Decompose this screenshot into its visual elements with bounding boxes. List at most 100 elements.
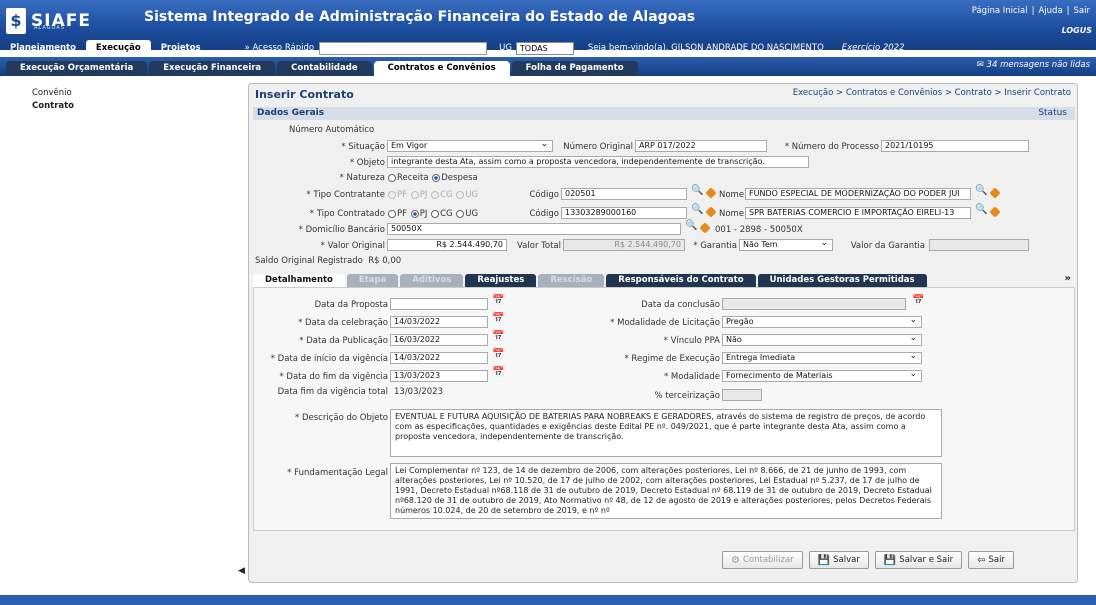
calendar-icon[interactable]: 📅 [492, 295, 504, 306]
tab-folha-pagamento[interactable]: Folha de Pagamento [511, 61, 638, 76]
search-icon[interactable]: 🔍 [685, 220, 697, 231]
menu-projetos[interactable]: Projetos [151, 40, 211, 56]
nome-contratado-input[interactable]: SPR BATERIAS COMERCIO E IMPORTAÇÃO EIREL… [745, 207, 971, 219]
clear-icon[interactable] [699, 222, 711, 234]
salvar-sair-button[interactable]: 💾 Salvar e Sair [874, 551, 963, 569]
radio-contratante-ug[interactable] [456, 190, 465, 199]
numero-processo-input[interactable]: 2021/10195 [881, 140, 1029, 152]
radio-contratado-ug[interactable] [456, 209, 465, 218]
numero-original-label: Número Original [563, 142, 633, 152]
radio-contratado-pf[interactable] [388, 209, 396, 218]
link-home[interactable]: Página Inicial [972, 6, 1028, 16]
more-tabs-button[interactable]: » [1065, 273, 1071, 284]
tab-etapa[interactable]: Etapa [346, 274, 399, 287]
garantia-select[interactable]: Não Tem [739, 239, 833, 251]
clear-icon[interactable] [705, 206, 717, 218]
tab-detalhamento[interactable]: Detalhamento [253, 274, 345, 287]
sair-label: Sair [988, 555, 1005, 565]
data-conclusao-input [722, 298, 906, 310]
descricao-textarea[interactable]: EVENTUAL E FUTURA AQUISIÇÃO DE BATERIAS … [390, 409, 942, 457]
search-icon[interactable]: 🔍 [975, 204, 987, 215]
radio-contratante-cg[interactable] [431, 190, 440, 199]
gear-icon: ⚙ [731, 554, 740, 566]
codigo-contratado-input[interactable]: 13303289000160 [561, 207, 687, 219]
numero-original-input[interactable]: ARP 017/2022 [635, 140, 767, 152]
sair-button[interactable]: ⇦ Sair [968, 551, 1014, 569]
tab-rescisao[interactable]: Rescisão [538, 274, 605, 287]
radio-contratado-pj[interactable] [410, 209, 419, 218]
vinculo-ppa-select[interactable]: Não [722, 334, 922, 346]
fim-vigencia-input[interactable]: 13/03/2023 [390, 370, 488, 382]
radio-contratante-pj[interactable] [410, 190, 419, 199]
section-title: Dados Gerais [257, 108, 325, 118]
codigo-label: Código [529, 209, 560, 219]
objeto-input[interactable]: integrante desta Ata, assim como a propo… [387, 156, 809, 168]
data-celebracao-input[interactable]: 14/03/2022 [390, 316, 488, 328]
regime-execucao-select[interactable]: Entrega Imediata [722, 352, 922, 364]
quick-access-input[interactable] [319, 41, 488, 55]
codigo-label: Código [529, 190, 560, 200]
calendar-icon[interactable]: 📅 [492, 367, 504, 378]
search-icon[interactable]: 🔍 [975, 185, 987, 196]
regime-execucao-label: * Regime de Execução [624, 354, 720, 364]
tab-unidades-gestoras[interactable]: Unidades Gestoras Permitidas [757, 274, 927, 287]
radio-receita[interactable] [388, 173, 396, 182]
saldo-value: R$ 0,00 [368, 256, 402, 266]
clear-icon[interactable] [705, 187, 717, 199]
nome-label: Nome [719, 190, 745, 200]
tab-responsaveis[interactable]: Responsáveis do Contrato [606, 274, 756, 287]
tipo-contratante-radio-group: PF PJ CG UG [387, 190, 478, 200]
link-exit[interactable]: Sair [1074, 6, 1090, 16]
modalidade-licitacao-select[interactable]: Pregão [722, 316, 922, 328]
collapse-arrow-icon[interactable]: ◀ [238, 566, 245, 576]
ug-select[interactable]: TODAS [515, 41, 574, 55]
nome-contratante-input[interactable]: FUNDO ESPECIAL DE MODERNIZAÇÃO DO PODER … [745, 188, 971, 200]
module-tabs: Execução Orçamentária Execução Financeir… [0, 57, 1096, 76]
search-icon[interactable]: 🔍 [691, 204, 703, 215]
data-celebracao-label: * Data da celebração [298, 318, 388, 328]
tab-contratos-convenios[interactable]: Contratos e Convênios [373, 61, 510, 76]
exercise-year[interactable]: Exercício 2022 [842, 43, 905, 53]
data-proposta-input[interactable] [390, 298, 488, 310]
menu-execucao[interactable]: Execução [85, 40, 151, 56]
tab-reajustes[interactable]: Reajustes [465, 274, 537, 287]
clear-icon[interactable] [989, 187, 1001, 199]
inicio-vigencia-input[interactable]: 14/03/2022 [390, 352, 488, 364]
calendar-icon[interactable]: 📅 [492, 349, 504, 360]
valor-total-label: Valor Total [517, 241, 561, 251]
messages-link[interactable]: ✉ 34 mensagens não lidas [977, 60, 1090, 70]
codigo-contratante-input[interactable]: 020501 [561, 188, 687, 200]
tab-execucao-financeira[interactable]: Execução Financeira [149, 61, 276, 76]
mail-icon: ✉ [976, 60, 987, 70]
radio-despesa[interactable] [432, 173, 441, 182]
domicilio-input[interactable]: 50050X [387, 223, 681, 235]
tab-execucao-orcamentaria[interactable]: Execução Orçamentária [6, 61, 148, 76]
clear-icon[interactable] [989, 206, 1001, 218]
fundamentacao-textarea[interactable]: Lei Complementar nº 123, de 14 de dezemb… [390, 463, 942, 519]
calendar-icon[interactable]: 📅 [492, 313, 504, 324]
situacao-label: * Situação [341, 142, 385, 152]
valor-original-input[interactable]: R$ 2.544.490,70 [387, 239, 507, 251]
calendar-icon[interactable]: 📅 [492, 331, 504, 342]
messages-text: 34 mensagens não lidas [986, 60, 1090, 70]
fim-total-label: Data fim da vigência total [277, 387, 388, 397]
modalidade-select[interactable]: Fornecimento de Materiais [722, 370, 922, 382]
data-publicacao-input[interactable]: 16/03/2022 [390, 334, 488, 346]
salvar-button[interactable]: 💾 Salvar [808, 551, 869, 569]
contabilizar-button[interactable]: ⚙ Contabilizar [722, 551, 803, 569]
cg-label: CG [440, 190, 453, 200]
link-help[interactable]: Ajuda [1038, 6, 1062, 16]
situacao-select[interactable]: Em Vigor [387, 140, 553, 152]
data-conclusao-label: Data da conclusão [641, 300, 720, 310]
radio-contratado-cg[interactable] [431, 209, 440, 218]
contabilizar-label: Contabilizar [742, 555, 794, 565]
menu-planejamento[interactable]: Planejamento [0, 40, 86, 56]
radio-contratante-pf[interactable] [388, 190, 396, 199]
tab-contabilidade[interactable]: Contabilidade [277, 61, 372, 76]
nav-contrato[interactable]: Contrato [32, 101, 74, 111]
search-icon[interactable]: 🔍 [691, 185, 703, 196]
tab-aditivos[interactable]: Aditivos [400, 274, 464, 287]
siafe-logo-icon: $ [6, 8, 26, 34]
ug-radio-label: UG [465, 209, 479, 219]
nav-convenio[interactable]: Convênio [32, 88, 74, 98]
